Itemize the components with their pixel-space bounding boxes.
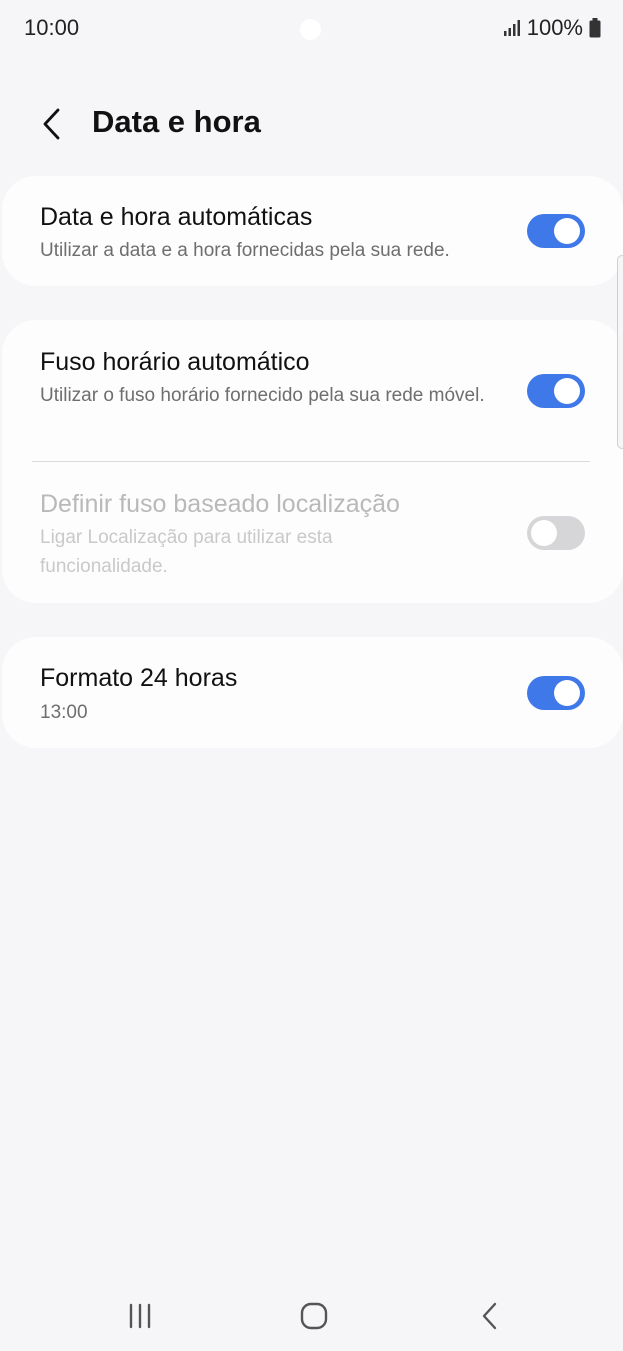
camera-cutout <box>300 19 321 40</box>
battery-percent: 100% <box>526 15 583 40</box>
setting-location-timezone[interactable]: Definir fuso baseado localização Ligar L… <box>2 462 623 603</box>
auto-date-time-toggle[interactable] <box>527 214 585 248</box>
system-back-button[interactable] <box>470 1298 510 1334</box>
auto-timezone-toggle[interactable] <box>527 374 585 408</box>
home-button[interactable] <box>294 1298 334 1334</box>
settings-card-auto-date-time: Data e hora automáticas Utilizar a data … <box>2 176 623 286</box>
setting-subtitle: Utilizar a data e a hora fornecidas pela… <box>40 240 450 261</box>
home-icon <box>300 1302 328 1330</box>
back-button[interactable] <box>30 102 74 146</box>
location-timezone-toggle[interactable] <box>527 516 585 550</box>
scroll-indicator[interactable] <box>617 255 623 449</box>
toggle-knob <box>554 378 580 404</box>
navigation-bar <box>0 1280 623 1350</box>
signal-icon <box>503 20 520 36</box>
recents-icon <box>129 1303 151 1329</box>
format-24h-toggle[interactable] <box>527 676 585 710</box>
toggle-knob <box>531 520 557 546</box>
status-time: 10:00 <box>24 15 80 40</box>
status-icons: 100% <box>503 15 601 41</box>
header: Data e hora <box>0 90 623 160</box>
settings-card-format: Formato 24 horas 13:00 <box>2 637 623 748</box>
setting-auto-date-time[interactable]: Data e hora automáticas Utilizar a data … <box>2 176 623 286</box>
battery-icon <box>589 18 601 38</box>
setting-title: Fuso horário automático <box>40 348 310 376</box>
settings-card-timezone: Fuso horário automático Utilizar o fuso … <box>2 320 623 603</box>
setting-subtitle: 13:00 <box>40 702 88 723</box>
toggle-knob <box>554 218 580 244</box>
status-bar: 10:00 100% <box>0 0 623 56</box>
setting-auto-timezone[interactable]: Fuso horário automático Utilizar o fuso … <box>2 320 623 462</box>
back-icon <box>482 1302 497 1330</box>
setting-subtitle: Ligar Localização para utilizar esta fun… <box>40 527 333 577</box>
recents-button[interactable] <box>120 1298 160 1334</box>
setting-title: Formato 24 horas <box>40 664 238 692</box>
setting-format-24h[interactable]: Formato 24 horas 13:00 <box>2 637 623 748</box>
setting-title: Data e hora automáticas <box>40 203 313 231</box>
toggle-knob <box>554 680 580 706</box>
chevron-left-icon <box>43 108 60 140</box>
page-title: Data e hora <box>92 104 261 139</box>
setting-title: Definir fuso baseado localização <box>40 490 400 518</box>
setting-subtitle: Utilizar o fuso horário fornecido pela s… <box>40 385 485 406</box>
